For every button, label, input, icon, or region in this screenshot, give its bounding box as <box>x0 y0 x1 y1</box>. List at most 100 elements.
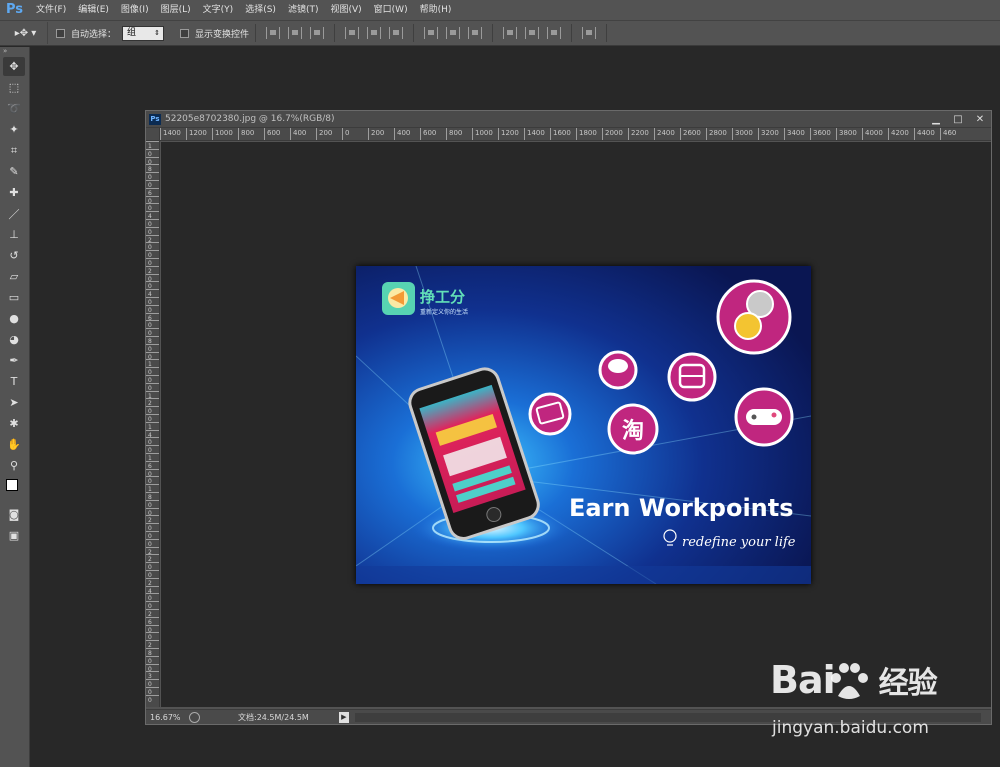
ruler-tick-label: 0 <box>146 328 159 337</box>
ruler-tick-label: 3 <box>146 671 159 680</box>
menu-file[interactable]: 文件(F) <box>30 0 72 20</box>
align-bottom-icon[interactable] <box>310 27 325 39</box>
marquee-tool-icon[interactable]: ⬚ <box>3 78 25 97</box>
toolbox-grip-icon[interactable]: » <box>0 47 29 55</box>
history-brush-tool-icon[interactable]: ↺ <box>3 246 25 265</box>
menu-window[interactable]: 窗口(W) <box>368 0 414 20</box>
blur-tool-icon[interactable]: ● <box>3 309 25 328</box>
ruler-tick-label: 600 <box>420 128 436 140</box>
align-vcenter-icon[interactable] <box>288 27 303 39</box>
baidu-paw-icon <box>831 663 868 699</box>
tool-preset-picker[interactable]: ▸✥ ▾ <box>4 22 48 44</box>
ruler-tick-label: 0 <box>146 258 159 267</box>
ruler-tick-label: 2 <box>146 554 159 563</box>
brand-tagline: 重新定义你的生活 <box>420 308 468 316</box>
eyedropper-tool-icon[interactable]: ✎ <box>3 162 25 181</box>
menu-select[interactable]: 选择(S) <box>239 0 282 20</box>
status-menu-button[interactable]: ▶ <box>338 711 349 723</box>
shape-tool-icon[interactable]: ✱ <box>3 414 25 433</box>
color-swatches[interactable] <box>3 477 25 503</box>
brush-tool-icon[interactable]: ／ <box>3 204 25 223</box>
menu-edit[interactable]: 编辑(E) <box>72 0 115 20</box>
path-selection-tool-icon[interactable]: ➤ <box>3 393 25 412</box>
menu-help[interactable]: 帮助(H) <box>414 0 458 20</box>
zoom-tool-icon[interactable]: ⚲ <box>3 456 25 475</box>
ruler-tick-label: 600 <box>264 128 280 140</box>
align-hcenter-icon[interactable] <box>367 27 382 39</box>
show-transform-label: 显示变换控件 <box>195 29 250 40</box>
auto-select-dropdown[interactable]: 组 ⇕ <box>122 25 165 41</box>
artwork-image: 挣工分 重新定义你的生活 淘 Earn Workpoints redefine … <box>356 266 811 584</box>
lasso-tool-icon[interactable]: ➰ <box>3 99 25 118</box>
distribute-right-icon[interactable] <box>547 27 562 39</box>
zoom-level[interactable]: 16.67% <box>146 713 186 722</box>
maximize-button[interactable]: □ <box>947 114 969 125</box>
distribute-hcenter-icon[interactable] <box>525 27 540 39</box>
menu-view[interactable]: 视图(V) <box>324 0 367 20</box>
ruler-tick-label: 0 <box>146 538 159 548</box>
ruler-tick-label: 800 <box>238 128 254 140</box>
ruler-tick-label: 3800 <box>836 128 857 140</box>
show-transform-option[interactable]: 显示变换控件 <box>180 27 249 40</box>
ruler-tick-label: 460 <box>940 128 956 140</box>
ruler-tick-label: 3000 <box>732 128 753 140</box>
vertical-ruler[interactable]: 1008006004002000200400600800100012001400… <box>146 141 160 707</box>
ruler-tick-label: 0 <box>146 219 159 228</box>
move-tool-icon[interactable]: ✥ <box>3 57 25 76</box>
gradient-tool-icon[interactable]: ▭ <box>3 288 25 307</box>
document-window[interactable]: Ps 52205e8702380.jpg @ 16.7%(RGB/8) ▁ □ … <box>145 110 992 725</box>
crop-tool-icon[interactable]: ⌗ <box>3 141 25 160</box>
quick-mask-icon[interactable]: ◙ <box>3 505 25 524</box>
ruler-tick-label: 1 <box>146 141 159 150</box>
tablet-circle-icon <box>528 392 572 436</box>
ruler-tick-label: 1 <box>146 390 159 400</box>
brand-logo <box>382 282 415 315</box>
gamepad-circle-icon <box>734 387 794 447</box>
hand-tool-icon[interactable]: ✋ <box>3 435 25 454</box>
menu-image[interactable]: 图像(I) <box>115 0 155 20</box>
show-transform-checkbox[interactable] <box>180 28 190 38</box>
clone-stamp-tool-icon[interactable]: ⊥ <box>3 225 25 244</box>
distribute-top-icon[interactable] <box>424 27 439 39</box>
ruler-tick-label: 2800 <box>706 128 727 140</box>
ruler-tick-label: 0 <box>146 406 159 415</box>
distribute-vcenter-icon[interactable] <box>446 27 461 39</box>
divider <box>413 24 415 42</box>
document-titlebar[interactable]: Ps 52205e8702380.jpg @ 16.7%(RGB/8) ▁ □ … <box>146 111 991 128</box>
ruler-tick-label: 2 <box>146 515 159 524</box>
auto-select-option[interactable]: 自动选择： <box>56 27 116 40</box>
ruler-tick-label: 0 <box>146 663 159 673</box>
divider <box>255 24 257 42</box>
distribute-bottom-icon[interactable] <box>468 27 483 39</box>
chat-circle-icon <box>598 350 638 390</box>
distribute-left-icon[interactable] <box>503 27 518 39</box>
align-left-icon[interactable] <box>345 27 360 39</box>
type-tool-icon[interactable]: T <box>3 372 25 391</box>
align-top-icon[interactable] <box>266 27 281 39</box>
close-button[interactable]: ✕ <box>969 114 991 125</box>
horizontal-ruler[interactable]: 1400 1200 1000 800 600 400 200 0 200 400 600 800 100… <box>160 128 991 141</box>
magic-wand-tool-icon[interactable]: ✦ <box>3 120 25 139</box>
ruler-origin[interactable] <box>146 128 160 141</box>
pen-tool-icon[interactable]: ✒ <box>3 351 25 370</box>
ruler-tick-label: 1400 <box>160 128 181 140</box>
ruler-tick-label: 0 <box>146 414 159 423</box>
eraser-tool-icon[interactable]: ▱ <box>3 267 25 286</box>
ruler-tick-label: 0 <box>146 242 159 251</box>
dodge-tool-icon[interactable]: ◕ <box>3 330 25 349</box>
screen-mode-icon[interactable]: ▣ <box>3 526 25 545</box>
menu-filter[interactable]: 滤镜(T) <box>282 0 325 20</box>
subline: redefine your life <box>682 535 796 550</box>
minimize-button[interactable]: ▁ <box>925 114 947 125</box>
canvas-area[interactable]: 挣工分 重新定义你的生活 淘 Earn Workpoints redefine … <box>161 142 991 707</box>
healing-brush-tool-icon[interactable]: ✚ <box>3 183 25 202</box>
ruler-tick-label: 0 <box>146 523 159 532</box>
proof-icon[interactable] <box>189 711 200 723</box>
menu-layer[interactable]: 图层(L) <box>155 0 197 20</box>
auto-select-checkbox[interactable] <box>56 28 65 38</box>
auto-align-icon[interactable] <box>582 27 597 39</box>
ruler-tick-label: 2000 <box>602 128 623 140</box>
menu-type[interactable]: 文字(Y) <box>197 0 240 20</box>
align-right-icon[interactable] <box>389 27 404 39</box>
foreground-color-swatch[interactable] <box>6 479 18 491</box>
